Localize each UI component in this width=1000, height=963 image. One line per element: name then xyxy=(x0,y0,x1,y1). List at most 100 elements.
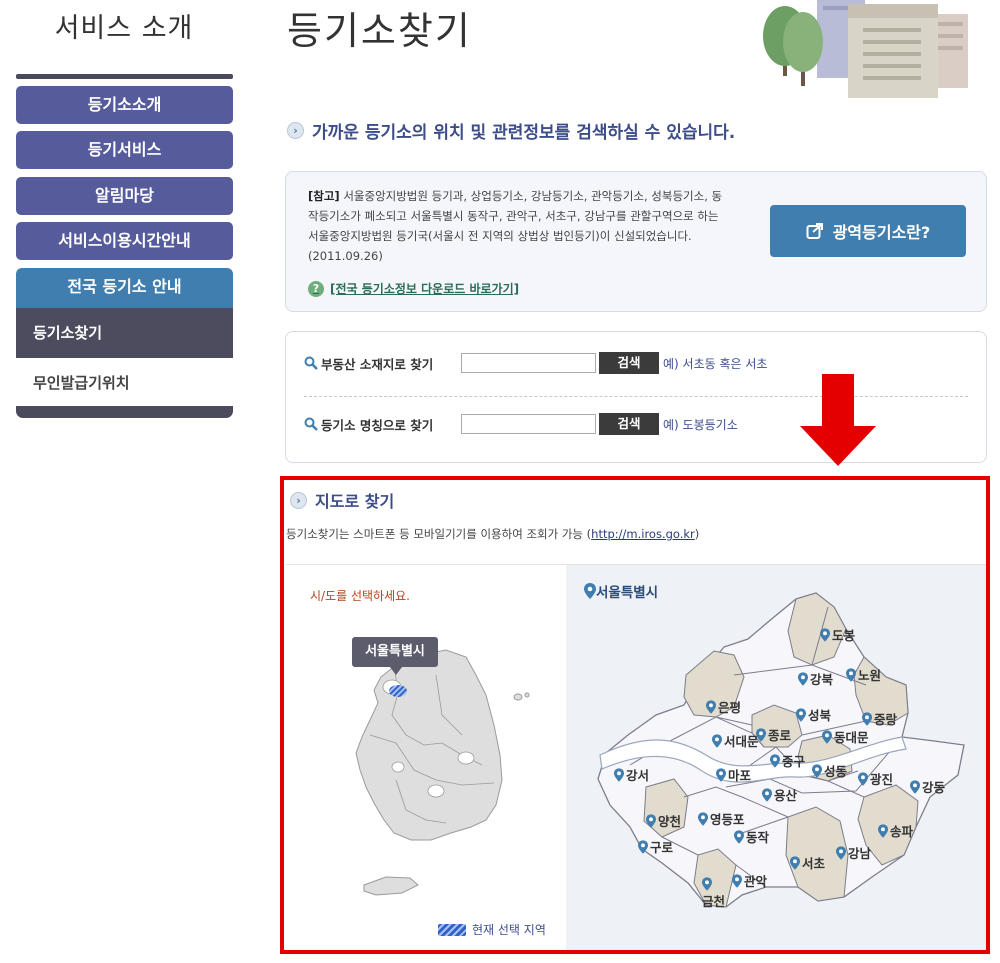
map-pin-icon xyxy=(706,699,716,714)
search-input-address[interactable] xyxy=(461,353,596,373)
district-label[interactable]: 서대문 xyxy=(724,731,759,750)
search-input-office-name[interactable] xyxy=(461,414,596,434)
mobile-site-link[interactable]: http://m.iros.go.kr xyxy=(591,527,695,541)
district-dobong[interactable]: 도봉 xyxy=(820,625,855,644)
district-guro[interactable]: 구로 xyxy=(638,837,673,856)
district-label[interactable]: 중구 xyxy=(782,751,805,770)
district-seodaemun[interactable]: 서대문 xyxy=(712,731,759,750)
sidebar-item-notice[interactable]: 알림마당 xyxy=(16,177,233,215)
selected-region-tooltip: 서울특별시 xyxy=(352,637,438,675)
download-link-label[interactable]: [전국 등기소정보 다운로드 바로가기] xyxy=(330,280,519,297)
sidebar-item-service-hours[interactable]: 서비스이용시간안내 xyxy=(16,222,233,260)
map-pin-icon xyxy=(638,839,648,854)
search-label-address: 부동산 소재지로 찾기 xyxy=(321,356,434,372)
map-pin-icon xyxy=(858,771,868,786)
regional-office-button-label[interactable]: 광역등기소란? xyxy=(833,219,931,243)
district-label[interactable]: 서초 xyxy=(802,853,825,872)
map-pin-icon xyxy=(862,711,872,726)
sidebar-item-nationwide-offices[interactable]: 전국 등기소 안내 xyxy=(16,268,233,308)
download-link[interactable]: ? [전국 등기소정보 다운로드 바로가기] xyxy=(308,280,519,297)
map-pin-icon xyxy=(698,811,708,826)
map-heading-label: 지도로 찾기 xyxy=(315,492,395,511)
red-arrow-down-icon xyxy=(800,374,876,466)
map-pin-icon xyxy=(712,733,722,748)
district-gwanak[interactable]: 관악 xyxy=(732,871,767,890)
district-label[interactable]: 중랑 xyxy=(874,709,897,728)
search-button-office-name[interactable]: 검색 xyxy=(599,413,659,435)
map-desc-prefix: 등기소찾기는 스마트폰 등 모바일기기를 이용하여 조회가 가능 ( xyxy=(286,527,592,541)
district-geumcheon[interactable]: 금천 xyxy=(702,877,725,910)
city-title-label: 서울특별시 xyxy=(596,585,659,601)
district-label[interactable]: 노원 xyxy=(858,665,881,684)
district-label[interactable]: 강동 xyxy=(922,777,945,796)
district-nowon[interactable]: 노원 xyxy=(846,665,881,684)
page-title: 등기소찾기 xyxy=(287,9,472,53)
sidebar-item-office-intro[interactable]: 등기소소개 xyxy=(16,86,233,124)
notice-box: [참고] 서울중앙지방법원 등기과, 상업등기소, 강남등기소, 관악등기소, … xyxy=(285,171,987,312)
legend-label: 현재 선택 지역 xyxy=(472,923,546,937)
district-yeongdeungpo[interactable]: 영등포 xyxy=(698,809,745,828)
district-gwangjin[interactable]: 광진 xyxy=(858,769,893,788)
district-label[interactable]: 동작 xyxy=(746,827,769,846)
district-label[interactable]: 송파 xyxy=(890,821,913,840)
district-gangbuk[interactable]: 강북 xyxy=(798,669,833,688)
district-seongbuk[interactable]: 성북 xyxy=(796,705,831,724)
district-seocho[interactable]: 서초 xyxy=(790,853,825,872)
map-pin-icon xyxy=(614,767,624,782)
sidebar-subitem-kiosk-location[interactable]: 무인발급기위치 xyxy=(16,358,233,408)
district-label[interactable]: 동대문 xyxy=(834,727,869,746)
district-dongdaemun[interactable]: 동대문 xyxy=(822,727,869,746)
map-pin-icon xyxy=(732,873,742,888)
district-yongsan[interactable]: 용산 xyxy=(762,785,797,804)
district-label[interactable]: 금천 xyxy=(702,891,725,910)
district-label[interactable]: 마포 xyxy=(728,765,751,784)
district-songpa[interactable]: 송파 xyxy=(878,821,913,840)
district-gangnam[interactable]: 강남 xyxy=(836,843,871,862)
district-label[interactable]: 구로 xyxy=(650,837,673,856)
district-jungnang[interactable]: 중랑 xyxy=(862,709,897,728)
chevron-right-icon: › xyxy=(290,491,307,509)
search-label-office-name: 등기소 명칭으로 찾기 xyxy=(321,417,434,433)
district-gangdong[interactable]: 강동 xyxy=(910,777,945,796)
district-label[interactable]: 양천 xyxy=(658,811,681,830)
district-jongno[interactable]: 종로 xyxy=(756,725,791,744)
map-pin-icon xyxy=(770,753,780,768)
district-junggu[interactable]: 중구 xyxy=(770,751,805,770)
search-row-address: 부동산 소재지로 찾기 검색 예) 서초동 혹은 서초 xyxy=(304,352,767,374)
sidebar-item-registry-service[interactable]: 등기서비스 xyxy=(16,131,233,169)
district-label[interactable]: 광진 xyxy=(870,769,893,788)
search-hint-office-name: 예) 도봉등기소 xyxy=(663,417,738,432)
district-label[interactable]: 성동 xyxy=(824,761,847,780)
district-label[interactable]: 용산 xyxy=(774,785,797,804)
regional-office-button[interactable]: 광역등기소란? xyxy=(770,205,966,257)
district-label[interactable]: 강서 xyxy=(626,765,649,784)
district-label[interactable]: 은평 xyxy=(718,697,741,716)
map-pin-icon xyxy=(812,763,822,778)
lead-text: › 가까운 등기소의 위치 및 관련정보를 검색하실 수 있습니다. xyxy=(287,118,735,143)
question-icon: ? xyxy=(308,280,324,297)
search-button-address[interactable]: 검색 xyxy=(599,352,659,374)
district-label[interactable]: 도봉 xyxy=(832,625,855,644)
search-icon xyxy=(304,417,318,431)
city-title: 서울특별시 xyxy=(584,581,658,601)
chevron-right-icon: › xyxy=(287,122,304,139)
map-pin-icon xyxy=(878,823,888,838)
district-gangseo[interactable]: 강서 xyxy=(614,765,649,784)
district-seongdong[interactable]: 성동 xyxy=(812,761,847,780)
district-label[interactable]: 강남 xyxy=(848,843,871,862)
district-eunpyeong[interactable]: 은평 xyxy=(706,697,741,716)
district-mapo[interactable]: 마포 xyxy=(716,765,751,784)
district-dongjak[interactable]: 동작 xyxy=(734,827,769,846)
district-label[interactable]: 성북 xyxy=(808,705,831,724)
district-label[interactable]: 강북 xyxy=(810,669,833,688)
district-label[interactable]: 종로 xyxy=(768,725,791,744)
notice-tag: [참고] xyxy=(308,189,340,203)
map-pin-icon xyxy=(584,583,596,599)
sidebar-subitem-find-office[interactable]: 등기소찾기 xyxy=(16,308,233,358)
search-row-office-name: 등기소 명칭으로 찾기 검색 예) 도봉등기소 xyxy=(304,413,738,435)
district-label[interactable]: 영등포 xyxy=(710,809,745,828)
korea-map[interactable] xyxy=(286,565,566,951)
district-label[interactable]: 관악 xyxy=(744,871,767,890)
sidebar-bottom-bar xyxy=(16,406,233,418)
district-yangcheon[interactable]: 양천 xyxy=(646,811,681,830)
